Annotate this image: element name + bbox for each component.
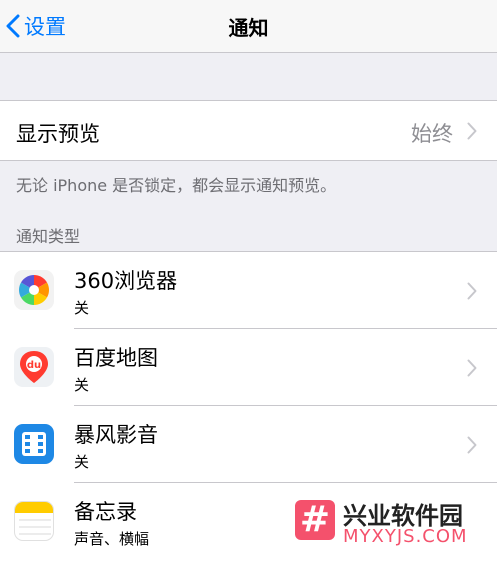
chevron-left-icon (6, 14, 20, 38)
app-notification-status: 关 (74, 376, 90, 394)
watermark: # 兴业软件园 MYXYJS.COM (291, 494, 491, 550)
page-title: 通知 (228, 16, 269, 40)
show-previews-value: 始终 (411, 122, 453, 146)
back-button[interactable]: 设置 (6, 10, 66, 42)
app-name: 暴风影音 (74, 423, 158, 447)
previews-footer-note: 无论 iPhone 是否锁定，都会显示通知预览。 (16, 176, 337, 195)
back-button-label: 设置 (24, 15, 66, 39)
chevron-right-icon (467, 436, 477, 454)
notes-icon (14, 501, 54, 541)
app-name: 百度地图 (74, 346, 158, 370)
app-row-baofeng-player[interactable]: 暴风影音 关 (0, 406, 497, 483)
watermark-url: MYXYJS.COM (343, 526, 468, 547)
watermark-logo: # (295, 500, 335, 540)
notification-style-header: 通知类型 (16, 227, 81, 246)
app-notification-status: 声音、横幅 (74, 530, 150, 548)
show-previews-label: 显示预览 (16, 122, 100, 146)
app-name: 备忘录 (74, 500, 137, 524)
chevron-right-icon (467, 359, 477, 377)
360-browser-icon (14, 270, 54, 310)
baidu-map-icon: du (14, 347, 54, 387)
app-notification-status: 关 (74, 453, 90, 471)
baofeng-player-icon (14, 424, 54, 464)
chevron-right-icon (467, 122, 477, 140)
app-row-baidu-map[interactable]: du 百度地图 关 (0, 329, 497, 406)
app-name: 360浏览器 (74, 269, 178, 293)
app-row-360-browser[interactable]: 360浏览器 关 (0, 252, 497, 329)
navigation-bar: 设置 通知 (0, 0, 497, 53)
show-previews-row[interactable]: 显示预览 始终 (0, 100, 497, 161)
svg-text:du: du (27, 360, 41, 371)
app-notification-status: 关 (74, 299, 90, 317)
chevron-right-icon (467, 282, 477, 300)
